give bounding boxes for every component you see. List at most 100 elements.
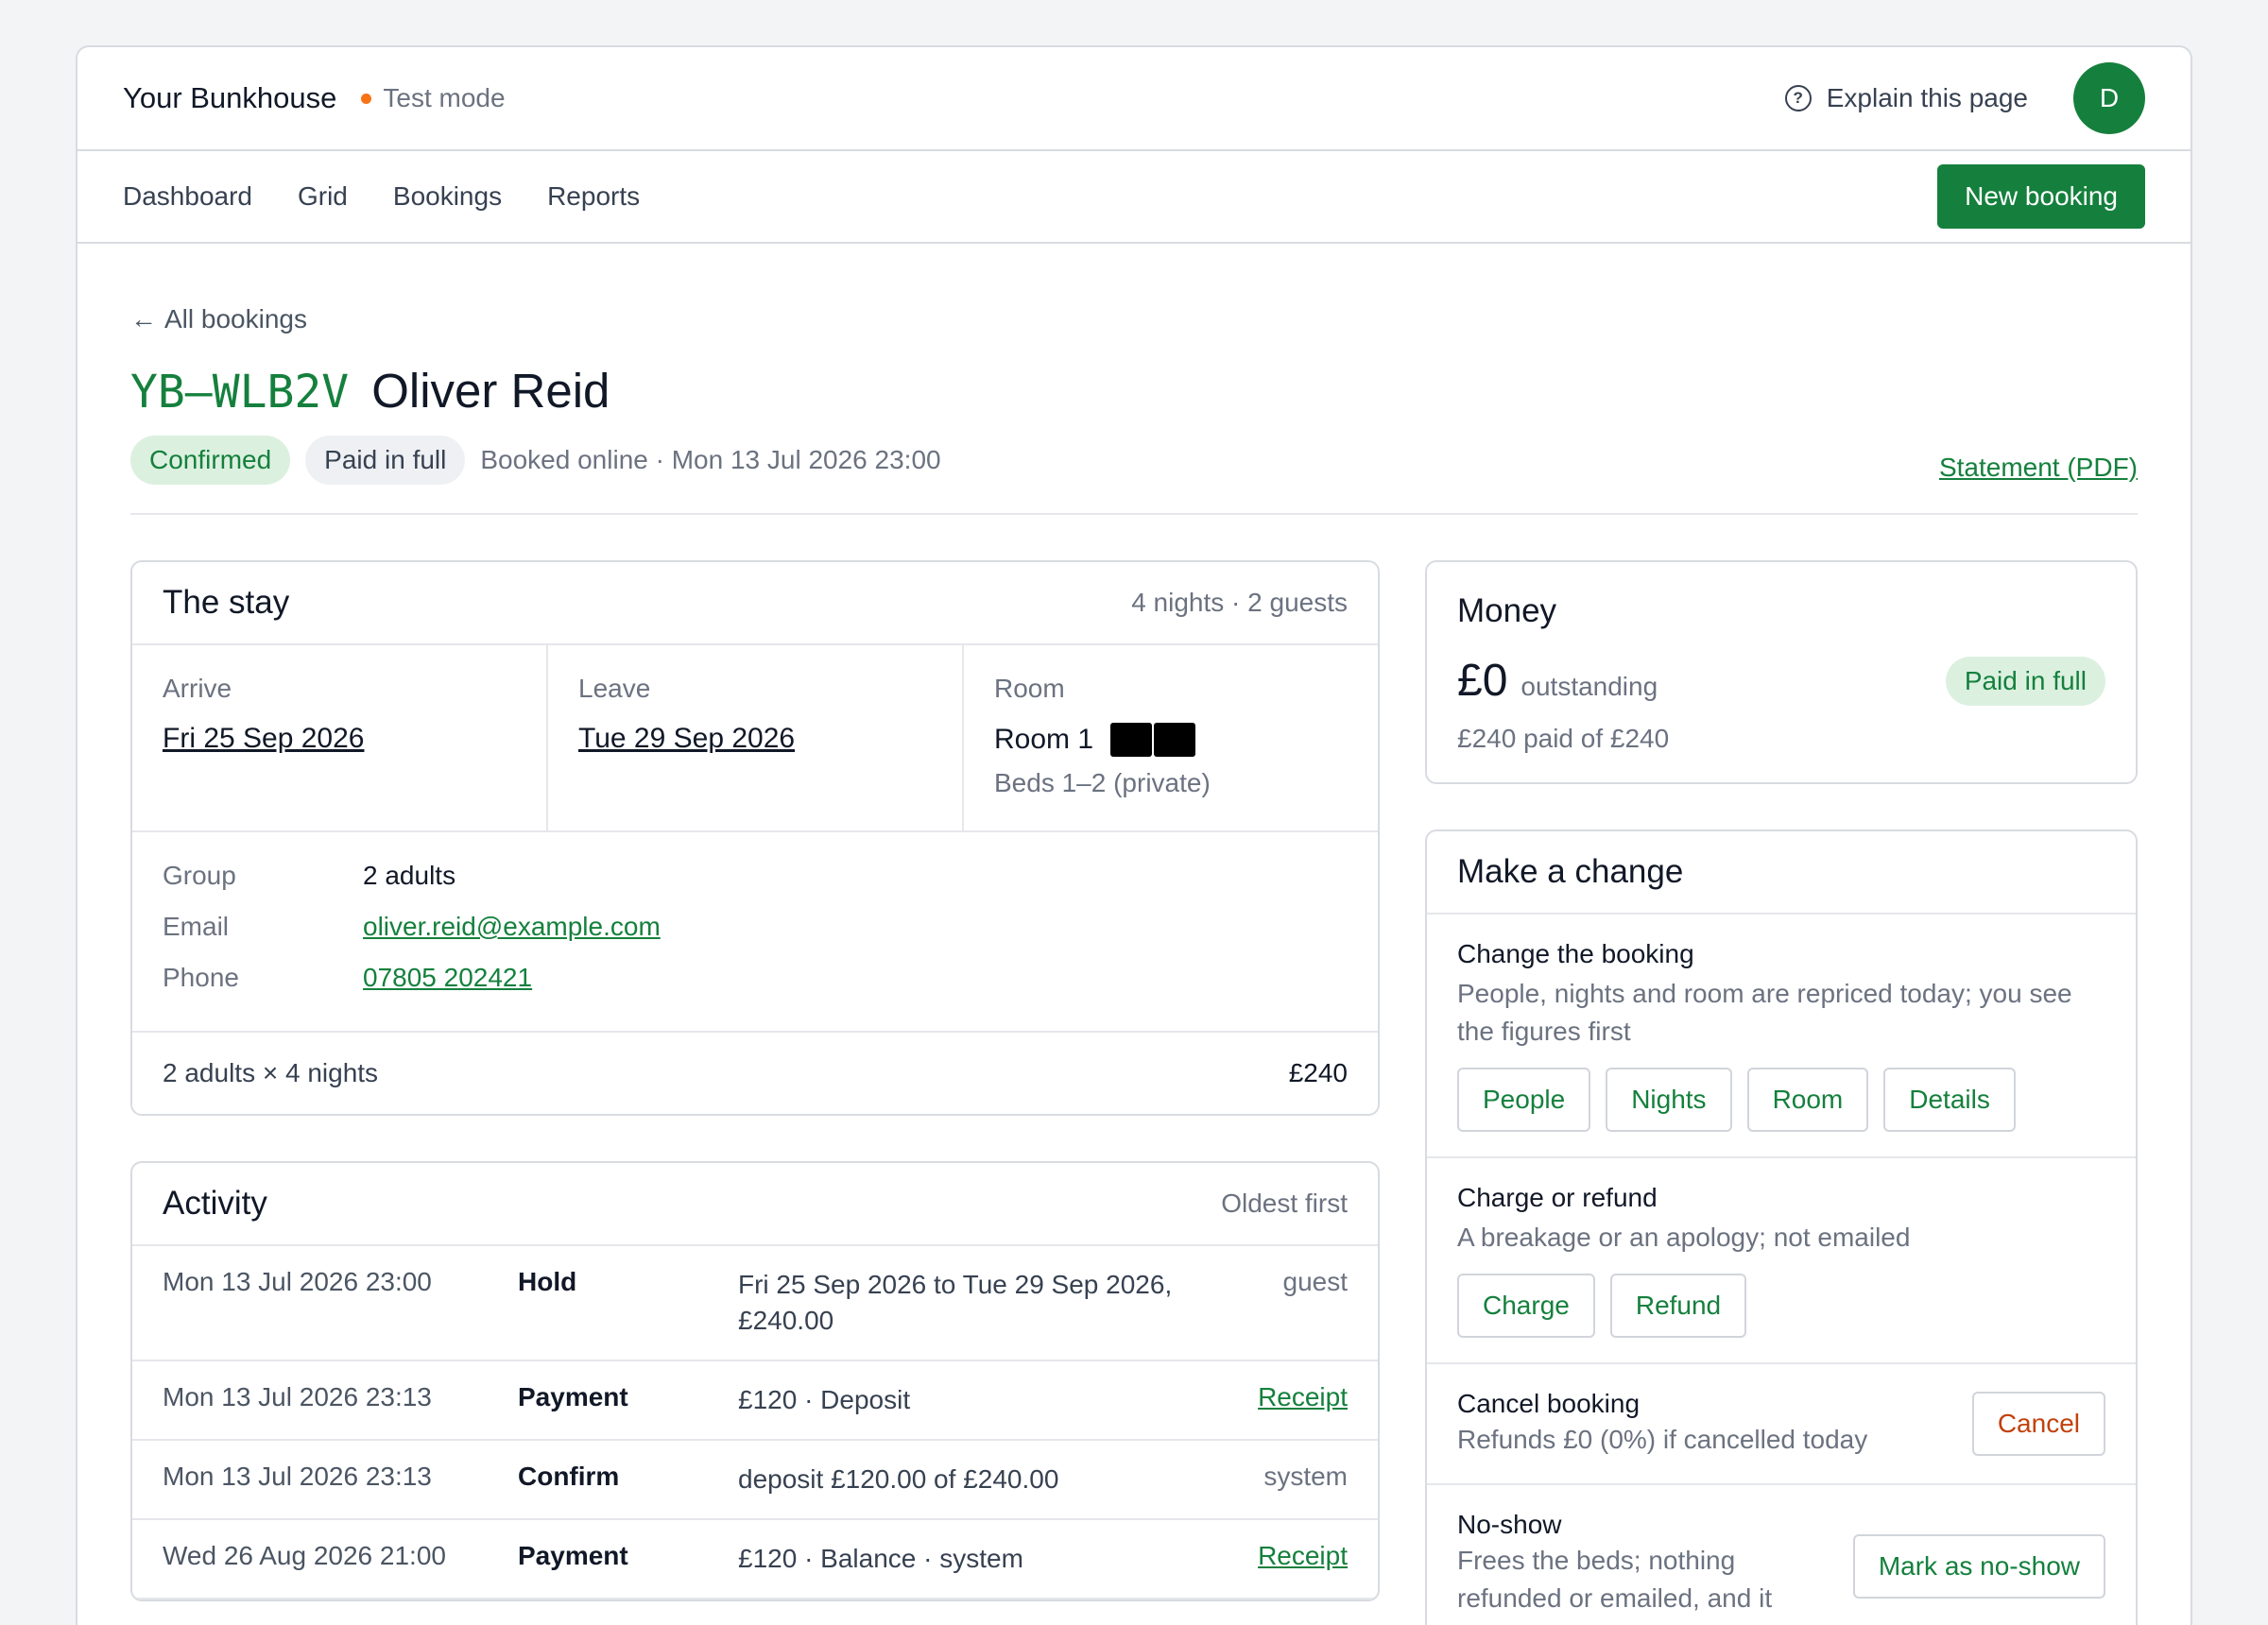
noshow-text: No-show Frees the beds; nothing refunded… bbox=[1457, 1510, 1835, 1617]
guest-details: Group 2 adults Email oliver.reid@example… bbox=[132, 832, 1378, 1033]
nav-grid[interactable]: Grid bbox=[298, 181, 348, 212]
receipt-link[interactable]: Receipt bbox=[1173, 1541, 1348, 1577]
line-item-label: 2 adults × 4 nights bbox=[163, 1058, 379, 1087]
change-room-button[interactable]: Room bbox=[1746, 1068, 1869, 1132]
arrive-date-link[interactable]: Fri 25 Sep 2026 bbox=[163, 723, 364, 755]
charge-button[interactable]: Charge bbox=[1457, 1274, 1595, 1338]
leave-date-link[interactable]: Tue 29 Sep 2026 bbox=[578, 723, 795, 755]
back-to-bookings-link[interactable]: ← All bookings bbox=[130, 304, 2138, 334]
arrive-label: Arrive bbox=[163, 674, 232, 703]
email-link[interactable]: oliver.reid@example.com bbox=[363, 912, 661, 942]
new-booking-button[interactable]: New booking bbox=[1937, 164, 2145, 229]
arrive-cell: Arrive Fri 25 Sep 2026 bbox=[132, 645, 548, 830]
money-status-badge: Paid in full bbox=[1945, 656, 2105, 706]
activity-kind: Payment bbox=[518, 1541, 628, 1570]
money-card: Money £0 outstanding Paid in full £240 p… bbox=[1425, 560, 2138, 784]
group-label: Group bbox=[163, 861, 236, 890]
stay-title: The stay bbox=[163, 584, 290, 621]
status-badge: Confirmed bbox=[130, 436, 291, 485]
group-row: Group 2 adults bbox=[163, 861, 1348, 891]
activity-time: Mon 13 Jul 2026 23:13 bbox=[163, 1382, 432, 1411]
charge-refund-title: Charge or refund bbox=[1457, 1183, 1658, 1212]
change-people-button[interactable]: People bbox=[1457, 1068, 1591, 1132]
booking-meta: Confirmed Paid in full Booked online · M… bbox=[130, 436, 2138, 515]
statement-pdf-link[interactable]: Statement (PDF) bbox=[1939, 453, 2138, 483]
money-body: £0 outstanding Paid in full £240 paid of… bbox=[1427, 655, 2136, 782]
activity-kind: Confirm bbox=[518, 1462, 620, 1491]
change-booking-section: Change the booking People, nights and ro… bbox=[1427, 915, 2136, 1158]
main-nav: Dashboard Grid Bookings Reports New book… bbox=[77, 151, 2191, 244]
activity-desc: £120 · Balance · system bbox=[738, 1544, 1023, 1573]
page-content: ← All bookings YB–WLB2V Oliver Reid Conf… bbox=[77, 304, 2191, 1625]
stay-card: The stay 4 nights · 2 guests Arrive Fri … bbox=[130, 560, 1380, 1116]
test-mode-indicator: Test mode bbox=[361, 83, 506, 113]
activity-actor: guest bbox=[1282, 1267, 1349, 1296]
right-column: Money £0 outstanding Paid in full £240 p… bbox=[1425, 560, 2138, 1625]
test-mode-label: Test mode bbox=[383, 83, 506, 112]
noshow-title: No-show bbox=[1457, 1510, 1562, 1539]
paid-summary: £240 paid of £240 bbox=[1457, 724, 1670, 753]
booking-reference: YB–WLB2V bbox=[130, 366, 350, 419]
stay-summary: 4 nights · 2 guests bbox=[1131, 588, 1348, 617]
help-icon: ? bbox=[1784, 85, 1812, 111]
charge-refund-desc: A breakage or an apology; not emailed bbox=[1457, 1223, 1911, 1252]
nav-dashboard[interactable]: Dashboard bbox=[123, 181, 252, 212]
activity-row: Wed 26 Aug 2026 21:00 Payment £120 · Bal… bbox=[132, 1520, 1378, 1599]
activity-kind: Payment bbox=[518, 1382, 628, 1411]
cancel-booking-button[interactable]: Cancel bbox=[1971, 1392, 2105, 1456]
activity-order-toggle[interactable]: Oldest first bbox=[1221, 1189, 1348, 1219]
app-window: Your Bunkhouse Test mode ? Explain this … bbox=[76, 45, 2192, 1625]
change-booking-title: Change the booking bbox=[1457, 939, 1694, 968]
top-bar: Your Bunkhouse Test mode ? Explain this … bbox=[77, 47, 2191, 151]
nav-reports[interactable]: Reports bbox=[547, 181, 640, 212]
outstanding-label: outstanding bbox=[1521, 671, 1658, 701]
change-booking-desc: People, nights and room are repriced tod… bbox=[1457, 979, 2072, 1046]
charge-refund-buttons: Charge Refund bbox=[1457, 1274, 2105, 1338]
cancel-section: Cancel booking Refunds £0 (0%) if cancel… bbox=[1427, 1364, 2136, 1485]
guest-name: Oliver Reid bbox=[371, 364, 610, 418]
page-title: YB–WLB2V Oliver Reid bbox=[130, 363, 2138, 419]
user-avatar[interactable]: D bbox=[2073, 62, 2145, 134]
receipt-link[interactable]: Receipt bbox=[1173, 1382, 1348, 1418]
leave-cell: Leave Tue 29 Sep 2026 bbox=[548, 645, 964, 830]
back-label: All bookings bbox=[164, 304, 307, 334]
change-details-button[interactable]: Details bbox=[1883, 1068, 2016, 1132]
make-change-card: Make a change Change the booking People,… bbox=[1425, 830, 2138, 1625]
mark-no-show-button[interactable]: Mark as no-show bbox=[1852, 1534, 2105, 1599]
explain-page-label: Explain this page bbox=[1826, 83, 2028, 112]
main-columns: The stay 4 nights · 2 guests Arrive Fri … bbox=[130, 560, 2138, 1625]
redacted-block bbox=[1110, 723, 1197, 757]
outstanding-amount: £0 bbox=[1457, 656, 1508, 706]
price-line: 2 adults × 4 nights £240 bbox=[132, 1033, 1378, 1114]
activity-desc: deposit £120.00 of £240.00 bbox=[738, 1464, 1059, 1494]
activity-time: Mon 13 Jul 2026 23:00 bbox=[163, 1267, 432, 1296]
room-label: Room bbox=[994, 674, 1065, 703]
make-change-title: Make a change bbox=[1457, 853, 1684, 890]
cancel-title: Cancel booking bbox=[1457, 1389, 1641, 1418]
booked-info: Booked online · Mon 13 Jul 2026 23:00 bbox=[480, 445, 941, 474]
money-title: Money bbox=[1457, 592, 1557, 629]
line-item-total: £240 bbox=[1288, 1058, 1348, 1087]
activity-desc: £120 · Deposit bbox=[738, 1385, 911, 1414]
phone-link[interactable]: 07805 202421 bbox=[363, 963, 532, 993]
activity-row: Mon 13 Jul 2026 23:00 Hold Fri 25 Sep 20… bbox=[132, 1246, 1378, 1361]
activity-title: Activity bbox=[163, 1185, 267, 1222]
activity-row: Mon 13 Jul 2026 23:13 Payment £120 · Dep… bbox=[132, 1361, 1378, 1441]
refund-button[interactable]: Refund bbox=[1609, 1274, 1747, 1338]
explain-page-link[interactable]: ? Explain this page bbox=[1784, 83, 2028, 113]
cancel-text: Cancel booking Refunds £0 (0%) if cancel… bbox=[1457, 1389, 1867, 1459]
nav-bookings[interactable]: Bookings bbox=[393, 181, 502, 212]
test-mode-dot-icon bbox=[361, 93, 372, 104]
make-change-header: Make a change bbox=[1427, 831, 2136, 915]
stay-dates: Arrive Fri 25 Sep 2026 Leave Tue 29 Sep … bbox=[132, 645, 1378, 832]
activity-card: Activity Oldest first Mon 13 Jul 2026 23… bbox=[130, 1161, 1380, 1601]
room-value: Room 1 bbox=[994, 723, 1348, 757]
outstanding-row: £0 outstanding Paid in full bbox=[1457, 655, 2105, 707]
activity-time: Mon 13 Jul 2026 23:13 bbox=[163, 1462, 432, 1491]
noshow-section: No-show Frees the beds; nothing refunded… bbox=[1427, 1485, 2136, 1625]
left-column: The stay 4 nights · 2 guests Arrive Fri … bbox=[130, 560, 1380, 1625]
email-label: Email bbox=[163, 912, 230, 941]
cancel-desc: Refunds £0 (0%) if cancelled today bbox=[1457, 1425, 1868, 1454]
activity-actor: system bbox=[1263, 1462, 1348, 1491]
change-nights-button[interactable]: Nights bbox=[1606, 1068, 1732, 1132]
